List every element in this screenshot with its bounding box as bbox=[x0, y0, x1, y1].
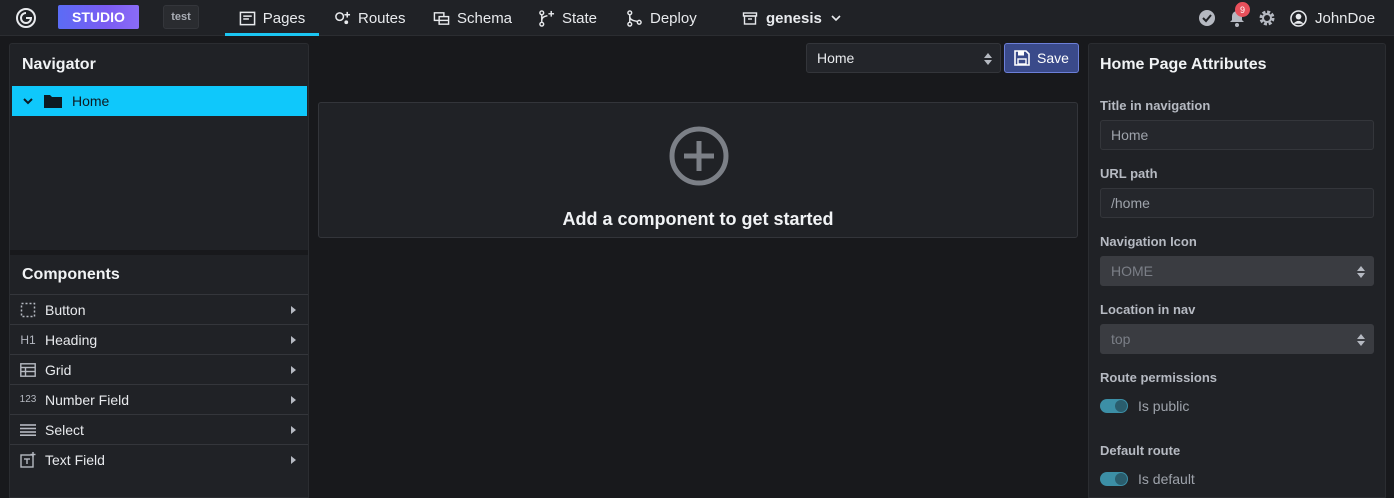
component-item-button[interactable]: Button bbox=[10, 294, 308, 324]
caret-right-icon bbox=[291, 456, 296, 464]
component-item-label: Grid bbox=[45, 361, 72, 378]
updown-arrows-icon bbox=[1357, 334, 1365, 346]
save-button-label: Save bbox=[1037, 50, 1069, 66]
tab-routes[interactable]: Routes bbox=[334, 0, 406, 36]
updown-arrows-icon bbox=[984, 53, 992, 65]
add-circle-icon[interactable] bbox=[668, 125, 730, 187]
component-item-number-field[interactable]: 123 Number Field bbox=[10, 384, 308, 414]
nav-icon-label: Navigation Icon bbox=[1100, 234, 1197, 249]
is-default-toggle[interactable] bbox=[1100, 472, 1128, 486]
is-default-label: Is default bbox=[1138, 471, 1195, 487]
component-item-label: Select bbox=[45, 421, 84, 438]
location-select[interactable]: top bbox=[1100, 324, 1374, 354]
tab-deploy-label: Deploy bbox=[650, 9, 697, 27]
component-item-label: Number Field bbox=[45, 391, 130, 408]
user-avatar-icon bbox=[1290, 9, 1307, 27]
navigator-item-home[interactable]: Home bbox=[12, 86, 307, 116]
grid-icon bbox=[20, 362, 36, 378]
title-in-nav-placeholder: Home bbox=[1111, 127, 1149, 143]
gear-icon[interactable] bbox=[1257, 8, 1277, 28]
chevron-down-icon bbox=[831, 15, 841, 22]
caret-right-icon bbox=[291, 366, 296, 374]
location-label: Location in nav bbox=[1100, 302, 1196, 317]
project-name: genesis bbox=[766, 9, 822, 27]
empty-canvas-message: Add a component to get started bbox=[562, 209, 834, 229]
project-box-icon bbox=[742, 12, 758, 25]
caret-right-icon bbox=[291, 426, 296, 434]
scrollbar[interactable] bbox=[1386, 43, 1394, 498]
default-route-label: Default route bbox=[1100, 443, 1181, 458]
component-item-heading[interactable]: H1 Heading bbox=[10, 324, 308, 354]
routes-icon bbox=[335, 11, 351, 24]
component-item-label: Button bbox=[45, 301, 86, 318]
page-attributes-panel: Home Page Attributes Title in navigation… bbox=[1088, 43, 1386, 498]
updown-arrows-icon bbox=[1357, 266, 1365, 278]
deploy-icon bbox=[627, 9, 642, 27]
tab-schema[interactable]: Schema bbox=[433, 0, 512, 36]
is-default-toggle-row[interactable]: Is default bbox=[1100, 471, 1195, 487]
route-permissions-label: Route permissions bbox=[1100, 370, 1218, 385]
project-selector[interactable]: genesis bbox=[742, 0, 842, 36]
username: JohnDoe bbox=[1315, 9, 1376, 27]
component-item-select[interactable]: Select bbox=[10, 414, 308, 444]
notification-count-badge: 9 bbox=[1235, 2, 1250, 17]
nav-icon-select[interactable]: HOME bbox=[1100, 256, 1374, 286]
heading-icon: H1 bbox=[20, 332, 36, 347]
component-item-label: Heading bbox=[45, 331, 98, 348]
page-select[interactable]: Home bbox=[806, 43, 1001, 73]
caret-right-icon bbox=[291, 306, 296, 314]
component-item-label: Text Field bbox=[45, 451, 105, 468]
save-button[interactable]: Save bbox=[1004, 43, 1079, 73]
panel-divider bbox=[10, 250, 308, 255]
empty-canvas-card: Add a component to get started bbox=[318, 102, 1078, 238]
navigator-item-label: Home bbox=[72, 93, 110, 109]
check-circle-icon[interactable] bbox=[1197, 8, 1217, 28]
environment-badge: test bbox=[163, 5, 199, 29]
title-in-nav-label: Title in navigation bbox=[1100, 98, 1211, 113]
state-icon bbox=[539, 9, 555, 27]
folder-icon bbox=[44, 95, 62, 108]
select-icon bbox=[20, 422, 36, 438]
tab-pages-label: Pages bbox=[262, 9, 306, 27]
url-path-label: URL path bbox=[1100, 166, 1158, 181]
number-field-icon: 123 bbox=[19, 394, 37, 405]
navigator-title: Navigator bbox=[22, 56, 96, 73]
pages-icon bbox=[239, 11, 256, 25]
tab-state-label: State bbox=[562, 9, 598, 27]
schema-icon bbox=[433, 11, 450, 25]
button-icon bbox=[20, 302, 36, 318]
attributes-title: Home Page Attributes bbox=[1100, 56, 1267, 73]
nav-icon-value: HOME bbox=[1111, 263, 1153, 279]
tab-deploy[interactable]: Deploy bbox=[626, 0, 697, 36]
page-select-value: Home bbox=[817, 50, 855, 66]
tab-routes-label: Routes bbox=[358, 9, 406, 27]
studio-badge[interactable]: STUDIO bbox=[58, 5, 139, 29]
left-panel: Navigator Home Components Button H1 Head… bbox=[9, 43, 309, 498]
component-item-text-field[interactable]: Text Field bbox=[10, 444, 308, 474]
caret-right-icon bbox=[291, 336, 296, 344]
location-value: top bbox=[1111, 331, 1131, 347]
caret-right-icon bbox=[291, 396, 296, 404]
user-menu[interactable]: JohnDoe bbox=[1290, 0, 1375, 36]
tab-schema-label: Schema bbox=[457, 9, 513, 27]
title-in-nav-input[interactable]: Home bbox=[1100, 120, 1374, 150]
floppy-disk-icon bbox=[1014, 50, 1030, 66]
is-public-toggle[interactable] bbox=[1100, 399, 1128, 413]
component-item-grid[interactable]: Grid bbox=[10, 354, 308, 384]
app-logo-icon[interactable] bbox=[14, 6, 38, 30]
tab-state[interactable]: State bbox=[538, 0, 597, 36]
tab-pages[interactable]: Pages bbox=[225, 0, 319, 36]
top-bar: STUDIO test Pages Routes Schema State De… bbox=[0, 0, 1394, 36]
text-field-icon bbox=[20, 451, 36, 468]
is-public-toggle-row[interactable]: Is public bbox=[1100, 398, 1189, 414]
components-title: Components bbox=[22, 266, 120, 283]
chevron-down-icon bbox=[23, 98, 33, 105]
url-path-placeholder: /home bbox=[1111, 195, 1150, 211]
url-path-input[interactable]: /home bbox=[1100, 188, 1374, 218]
is-public-label: Is public bbox=[1138, 398, 1190, 414]
